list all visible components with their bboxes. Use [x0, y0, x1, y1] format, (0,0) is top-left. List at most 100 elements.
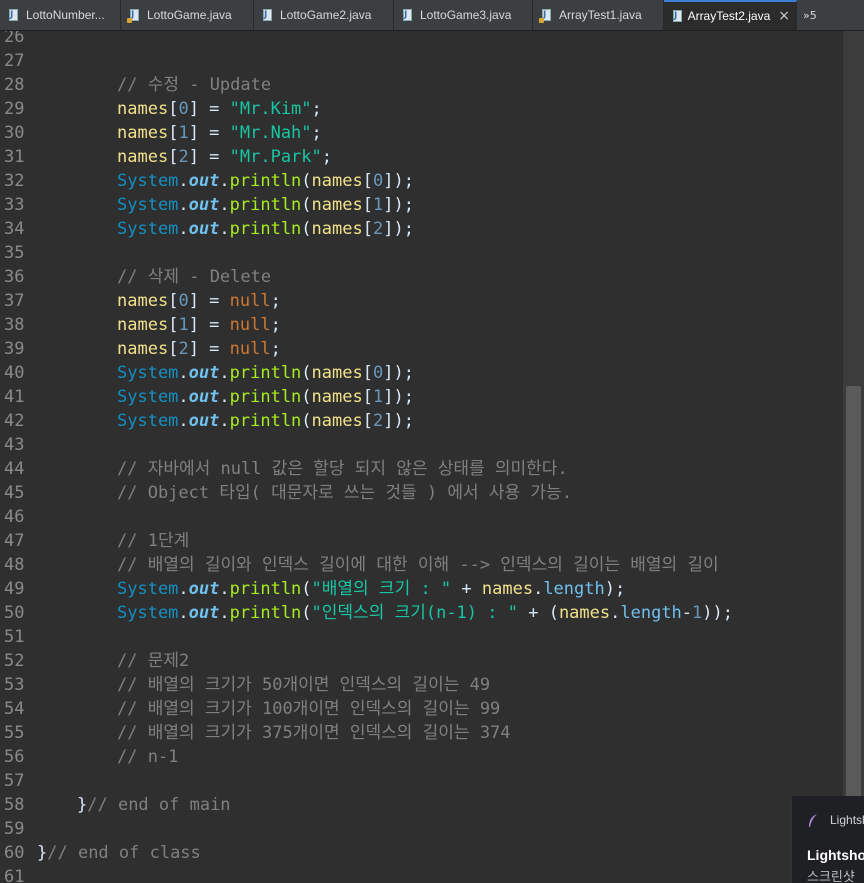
code-method: println — [229, 411, 302, 431]
code-variable: names — [117, 291, 169, 311]
tab-lottonumber[interactable]: J LottoNumber... — [0, 0, 121, 30]
code-number: 2 — [178, 339, 189, 359]
code-line: 58}// end of main — [0, 793, 231, 817]
java-file-icon: J — [402, 8, 414, 22]
code-line: 56 // n-1 — [0, 745, 178, 769]
code-variable: names — [117, 123, 169, 143]
code-number: 2 — [178, 147, 189, 167]
code-line: 46 — [0, 505, 36, 529]
code-string: "Mr.Kim" — [229, 99, 312, 119]
code-variable: names — [311, 411, 363, 431]
java-file-icon: J — [8, 8, 20, 22]
code-comment: // 자바에서 null 값은 할당 되지 않은 상태를 의미한다. — [117, 459, 568, 479]
java-file-icon: J — [127, 8, 141, 23]
code-line: 51 — [0, 625, 36, 649]
code-class: System — [117, 387, 179, 407]
line-number: 44 — [4, 459, 25, 479]
line-number: 51 — [4, 627, 25, 647]
java-file-icon: J — [672, 9, 682, 23]
scrollbar-thumb[interactable] — [846, 386, 861, 826]
code-line: 53 // 배열의 크기가 50개이면 인덱스의 길이는 49 — [0, 673, 490, 697]
line-number: 40 — [4, 363, 25, 383]
code-field: out — [188, 171, 220, 191]
code-comment: // 문제2 — [117, 651, 190, 671]
line-number: 28 — [4, 75, 25, 95]
code-comment: // 수정 - Update — [117, 75, 272, 95]
code-line: 28 // 수정 - Update — [0, 73, 271, 97]
code-class: System — [117, 195, 179, 215]
line-number: 54 — [4, 699, 25, 719]
code-class: System — [117, 411, 179, 431]
line-number: 27 — [4, 51, 25, 71]
code-number: 0 — [372, 363, 384, 383]
code-number: 0 — [372, 171, 384, 191]
java-file-icon: J — [262, 8, 274, 22]
line-number: 26 — [4, 31, 25, 47]
code-line: 29 names[0] = "Mr.Kim"; — [0, 97, 322, 121]
tab-arraytest2[interactable]: J ArrayTest2.java × — [664, 0, 797, 30]
line-number: 52 — [4, 651, 25, 671]
line-number: 50 — [4, 603, 25, 623]
code-comment: // 배열의 길이와 인덱스 길이에 대한 이해 --> 인덱스의 길이는 배열… — [117, 555, 719, 575]
code-line: 37 names[0] = null; — [0, 289, 281, 313]
code-class: System — [117, 603, 179, 623]
java-file-icon: J — [539, 8, 553, 23]
code-line: 31 names[2] = "Mr.Park"; — [0, 145, 332, 169]
line-number: 38 — [4, 315, 25, 335]
tab-label: LottoGame.java — [147, 8, 232, 22]
code-keyword: null — [229, 291, 271, 311]
code-number: 1 — [692, 603, 703, 623]
code-variable: names — [311, 195, 363, 215]
code-number: 1 — [178, 123, 189, 143]
lightshot-notification[interactable]: Lightshot Lightshot 스크린샷 — [791, 796, 864, 883]
code-method: println — [229, 603, 302, 623]
code-line: 34 System.out.println(names[2]); — [0, 217, 414, 241]
code-field: out — [188, 411, 220, 431]
code-variable: names — [311, 387, 363, 407]
code-line: 55 // 배열의 크기가 375개이면 인덱스의 길이는 374 — [0, 721, 511, 745]
code-line: 50 System.out.println("인덱스의 크기(n-1) : " +… — [0, 601, 733, 625]
feather-icon — [809, 814, 817, 827]
code-method: println — [229, 219, 302, 239]
code-number: 0 — [178, 99, 189, 119]
line-number: 59 — [4, 819, 25, 839]
code-number: 2 — [372, 411, 384, 431]
code-number: 1 — [372, 195, 384, 215]
tab-overflow-button[interactable]: »5 — [797, 0, 817, 30]
code-variable: names — [481, 579, 534, 599]
code-variable: names — [117, 315, 169, 335]
line-number: 57 — [4, 771, 25, 791]
tab-label: ArrayTest1.java — [559, 8, 642, 22]
notification-title: Lightshot — [807, 847, 864, 863]
code-line: 52 // 문제2 — [0, 649, 189, 673]
code-comment: // 배열의 크기가 375개이면 인덱스의 길이는 374 — [117, 723, 511, 743]
line-number: 29 — [4, 99, 25, 119]
line-number: 55 — [4, 723, 25, 743]
code-field: out — [188, 579, 220, 599]
code-comment: // 배열의 크기가 50개이면 인덱스의 길이는 49 — [117, 675, 491, 695]
editor-tab-bar: J LottoNumber... J LottoGame.java J Lott… — [0, 0, 864, 31]
code-line: 27 — [0, 49, 36, 73]
code-line: 45 // Object 타입( 대문자로 쓰는 것들 ) 에서 사용 가능. — [0, 481, 572, 505]
code-class: System — [117, 363, 179, 383]
vertical-scrollbar[interactable] — [843, 31, 864, 883]
code-string: "배열의 크기 : " — [311, 579, 452, 599]
tab-lottogame[interactable]: J LottoGame.java — [121, 0, 254, 30]
code-string: "인덱스의 크기(n-1) : " — [311, 603, 518, 623]
code-editor[interactable]: 26 27 28 // 수정 - Update 29 names[0] = "Mr.… — [0, 31, 843, 883]
code-field: out — [188, 603, 220, 623]
code-comment: // end of class — [47, 843, 201, 863]
code-line: 47 // 1단계 — [0, 529, 189, 553]
code-field: out — [188, 195, 220, 215]
code-line: 26 — [0, 31, 36, 49]
line-number: 32 — [4, 171, 25, 191]
code-variable: names — [117, 147, 169, 167]
tab-lottogame3[interactable]: J LottoGame3.java — [394, 0, 533, 30]
code-method: println — [229, 171, 302, 191]
tab-arraytest1[interactable]: J ArrayTest1.java — [533, 0, 664, 30]
code-line: 41 System.out.println(names[1]); — [0, 385, 414, 409]
code-line: 57 — [0, 769, 36, 793]
close-icon[interactable]: × — [778, 8, 790, 24]
line-number: 41 — [4, 387, 25, 407]
tab-lottogame2[interactable]: J LottoGame2.java — [254, 0, 394, 30]
